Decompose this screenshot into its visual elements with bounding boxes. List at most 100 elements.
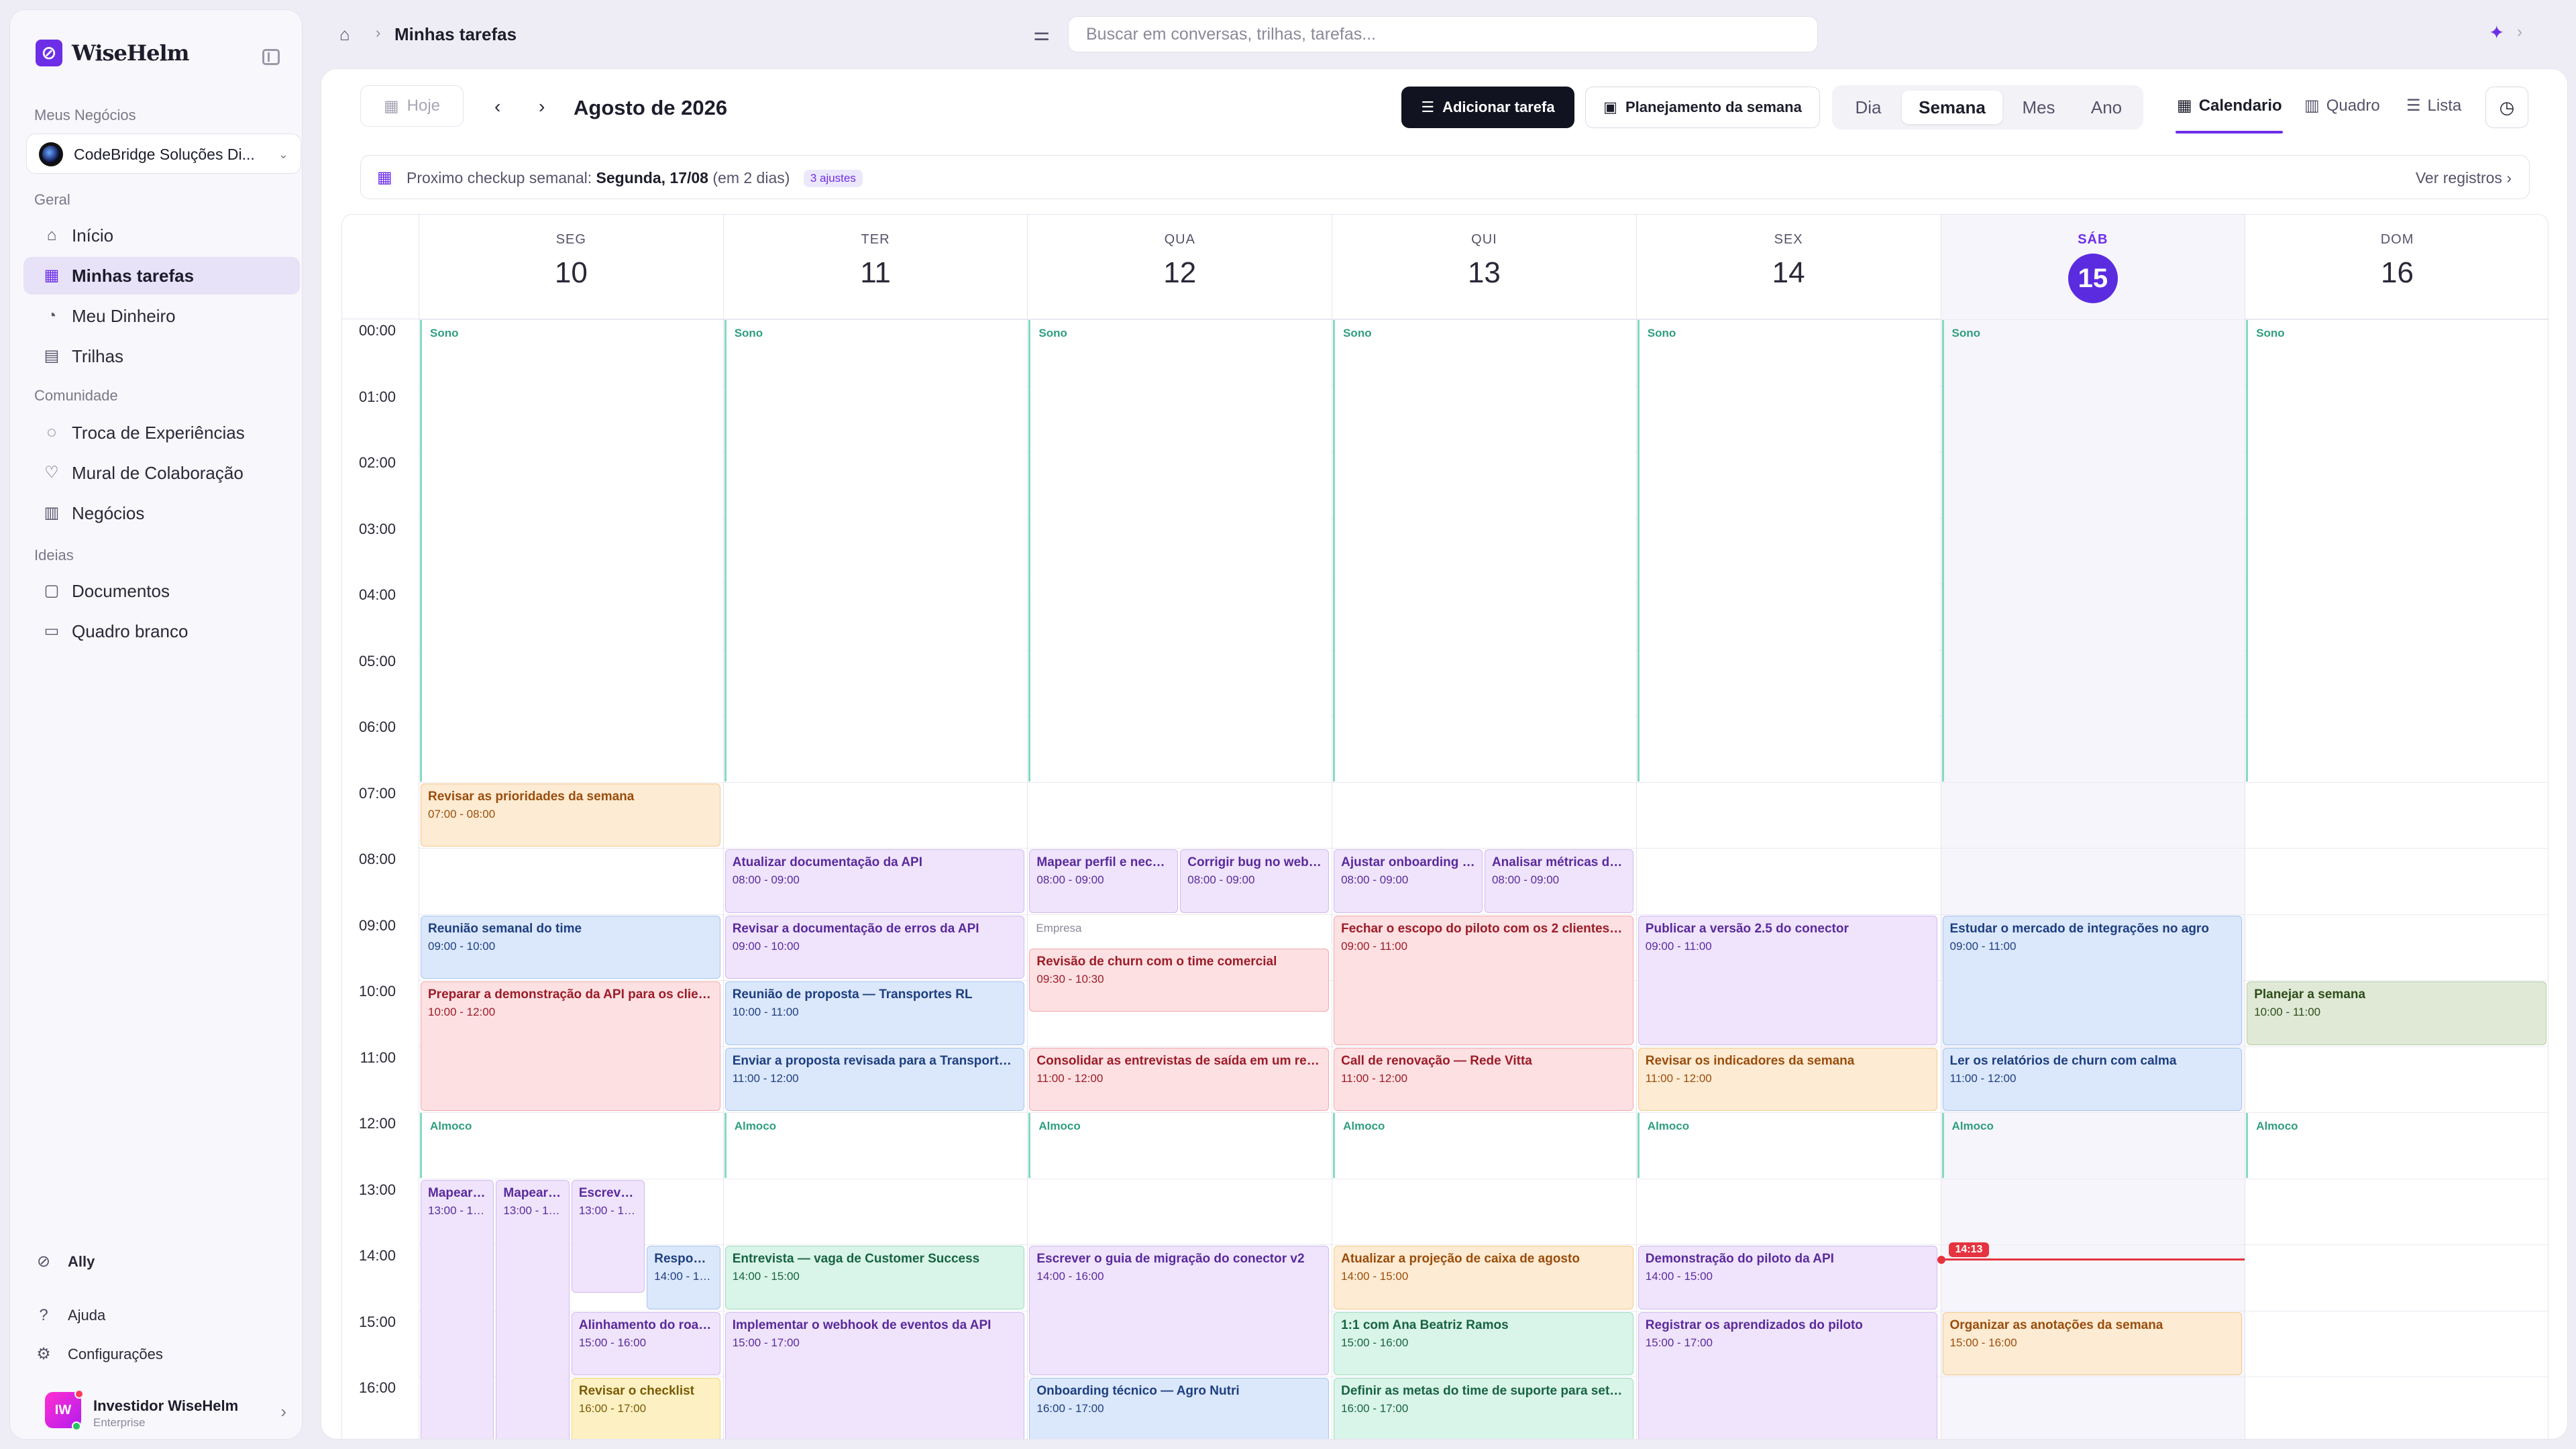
online-status-dot [72,1421,81,1431]
mode-tab-board[interactable]: ▥ Quadro [2304,96,2380,115]
calendar-event[interactable]: Atualizar documentação da API 08:00 - 09:… [724,849,1025,913]
calendar-event[interactable]: Estudar o mercado de integrações no agro… [1942,915,2243,1045]
calendar-event[interactable]: Implementar o webhook de eventos da API 1… [724,1311,1025,1439]
view-tab-week[interactable]: Semana [1902,91,2002,124]
sleep-block[interactable]: Sono [2246,320,2548,782]
sidebar-item-trilhas[interactable]: ▤ Trilhas [23,337,300,375]
mode-tab-calendar[interactable]: ▦ Calendario [2177,96,2282,115]
logo[interactable]: ⊘ WiseHelm [36,40,190,66]
calendar-event[interactable]: Planejar a semana 10:00 - 11:00 [2247,981,2546,1045]
lunch-block[interactable]: Almoco [420,1113,722,1178]
calendar-event[interactable]: Fechar o escopo do piloto com os 2 clien… [1334,915,1633,1045]
calendar-event[interactable]: Registrar os aprendizados do piloto 15:00… [1638,1311,1938,1439]
calendar-event[interactable]: Preparar a demonstração da API para os c… [421,981,720,1111]
lunch-block[interactable]: Almoco [1637,1113,1939,1178]
sidebar-collapse-icon[interactable] [262,49,280,65]
calendar-event[interactable]: Responder clientes 14:00 - 15:00 [647,1246,720,1309]
sidebar-item-quadro-branco[interactable]: ▭ Quadro branco [23,612,300,650]
calendar-event[interactable]: Mapear perfil e necessidades 08:00 - 09:0… [1029,849,1179,913]
chevron-right-icon[interactable]: › [2517,23,2522,42]
day-header[interactable]: QUA 12 [1027,215,1332,319]
weekly-checkup-banner[interactable]: ▦ Proximo checkup semanal: Segunda, 17/0… [360,155,2530,199]
calendar-event[interactable]: Definir as metas do time de suporte para… [1334,1378,1633,1439]
sleep-block[interactable]: Sono [1028,320,1331,782]
lunch-block[interactable]: Almoco [1941,1113,2244,1178]
calendar-event[interactable]: Revisar as prioridades da semana 07:00 - … [421,783,720,847]
calendar-event[interactable]: Escrever relatório 13:00 - 14:45 [571,1179,645,1293]
calendar-event[interactable]: Reunião de proposta — Transportes RL 10:0… [724,981,1025,1045]
calendar-event[interactable]: Ler os relatórios de churn com calma 11:0… [1942,1047,2243,1111]
sparkle-icon[interactable]: ✦ [2489,21,2504,44]
help-link[interactable]: ? Ajuda [34,1306,105,1325]
calendar-event[interactable]: Empresa [1029,915,1330,946]
view-tab-month[interactable]: Mes [2005,91,2072,124]
sidebar-item-meu-dinheiro[interactable]: ◔ Meu Dinheiro [23,297,300,335]
calendar-event[interactable]: Entrevista — vaga de Customer Success 14:… [724,1246,1025,1309]
add-task-button[interactable]: ☰ Adicionar tarefa [1401,87,1574,128]
search-bar[interactable] [1068,16,1818,52]
lunch-block[interactable]: Almoco [724,1113,1026,1178]
sleep-block[interactable]: Sono [1637,320,1939,782]
event-title: Empresa [1036,921,1082,934]
calendar-event[interactable]: Escrever o guia de migração do conector … [1029,1246,1330,1375]
calendar-event[interactable]: Revisar os indicadores da semana 11:00 - … [1638,1047,1938,1111]
mode-tab-list[interactable]: ☰ Lista [2406,96,2461,115]
calendar-grid[interactable]: 00:00 01:00 02:00 03:00 04:00 05:00 06:00 07:00… [342,319,2548,1439]
calendar-event[interactable]: Enviar a proposta revisada para a Transp… [724,1047,1025,1111]
sleep-block[interactable]: Sono [1333,320,1635,782]
calendar-event[interactable]: Organizar as anotações da semana 15:00 - … [1942,1311,2243,1375]
lunch-block[interactable]: Almoco [2246,1113,2548,1178]
calendar-event[interactable]: Reunião semanal do time 09:00 - 10:00 [421,915,720,979]
calendar-event[interactable]: Onboarding técnico — Agro Nutri 16:00 - 1… [1029,1378,1330,1439]
lunch-block[interactable]: Almoco [1333,1113,1635,1178]
prev-week-button[interactable]: ‹ [494,96,500,117]
home-icon[interactable]: ⌂ [339,24,358,44]
calendar-event[interactable]: Mapear fluxos 13:00 - 17:00 [496,1179,570,1439]
calendar-event[interactable]: Alinhamento do roadmap 15:00 - 16:00 [571,1311,720,1375]
day-header[interactable]: TER 11 [722,215,1028,319]
sidebar-item-mural-colaboracao[interactable]: ♡ Mural de Colaboração [23,454,300,492]
day-header[interactable]: SEX 14 [1635,215,1941,319]
sleep-block[interactable]: Sono [1941,320,2244,782]
ally-link[interactable]: ⊘ Ally [34,1252,95,1271]
sidebar-item-negocios[interactable]: ▥ Negócios [23,494,300,532]
calendar-event[interactable]: Revisar o checklist 16:00 - 17:00 [571,1378,720,1439]
view-tab-day[interactable]: Dia [1837,91,1899,124]
calendar-event[interactable]: Publicar a versão 2.5 do conector 09:00 -… [1638,915,1938,1045]
settings-link[interactable]: ⚙ Configurações [34,1345,163,1364]
calendar-event[interactable]: Ajustar onboarding do piloto 08:00 - 09:0… [1334,849,1483,913]
sleep-block[interactable]: Sono [420,320,722,782]
filter-icon[interactable]: ⚌ [1033,23,1050,45]
day-header[interactable]: DOM 16 [2245,215,2548,319]
user-menu[interactable]: IW Investidor WiseHelm Enterprise › [34,1389,289,1432]
next-week-button[interactable]: › [539,96,545,117]
view-tab-year[interactable]: Ano [2075,91,2138,124]
day-header[interactable]: QUI 13 [1332,215,1636,319]
view-records-link[interactable]: Ver registros › [2416,169,2512,187]
week-planning-button[interactable]: ▣ Planejamento da semana [1585,87,1820,128]
sleep-block[interactable]: Sono [724,320,1026,782]
search-input[interactable] [1069,17,1817,52]
history-button[interactable]: ◷ [2485,87,2528,128]
calendar-event[interactable]: Demonstração do piloto da API 14:00 - 15:… [1638,1246,1938,1309]
calendar-event[interactable]: Revisão de churn com o time comercial 09:… [1029,948,1330,1012]
calendar-event[interactable]: Corrigir bug no webhook 08:00 - 09:00 [1180,849,1330,913]
event-time: 11:00 - 12:00 [1341,1071,1408,1085]
event-time: 15:00 - 16:00 [1341,1336,1409,1349]
calendar-event[interactable]: 1:1 com Ana Beatriz Ramos 15:00 - 16:00 [1334,1311,1633,1375]
calendar-event[interactable]: Mapear processos 13:00 - 17:00 [421,1179,494,1439]
business-selector[interactable]: CodeBridge Soluções Di... ⌄ [26,133,301,174]
calendar-event[interactable]: Atualizar a projeção de caixa de agosto 1… [1334,1246,1633,1309]
sidebar-item-inicio[interactable]: ⌂ Início [23,217,300,254]
calendar-event[interactable]: Revisar a documentação de erros da API 09… [724,915,1025,979]
calendar-event[interactable]: Analisar métricas de uso 08:00 - 09:00 [1484,849,1633,913]
sidebar-item-documentos[interactable]: ▢ Documentos [23,572,300,610]
day-header[interactable]: SÁB 15 [1940,215,2245,319]
calendar-event[interactable]: Call de renovação — Rede Vitta 11:00 - 12… [1334,1047,1633,1111]
sidebar-item-troca-experiencias[interactable]: ◌ Troca de Experiências [23,414,300,451]
today-button[interactable]: ▦ Hoje [360,85,464,127]
day-header[interactable]: SEG 10 [419,215,723,319]
sidebar-item-minhas-tarefas[interactable]: ▦ Minhas tarefas [23,257,300,294]
calendar-event[interactable]: Consolidar as entrevistas de saída em um… [1029,1047,1330,1111]
lunch-block[interactable]: Almoco [1028,1113,1331,1178]
